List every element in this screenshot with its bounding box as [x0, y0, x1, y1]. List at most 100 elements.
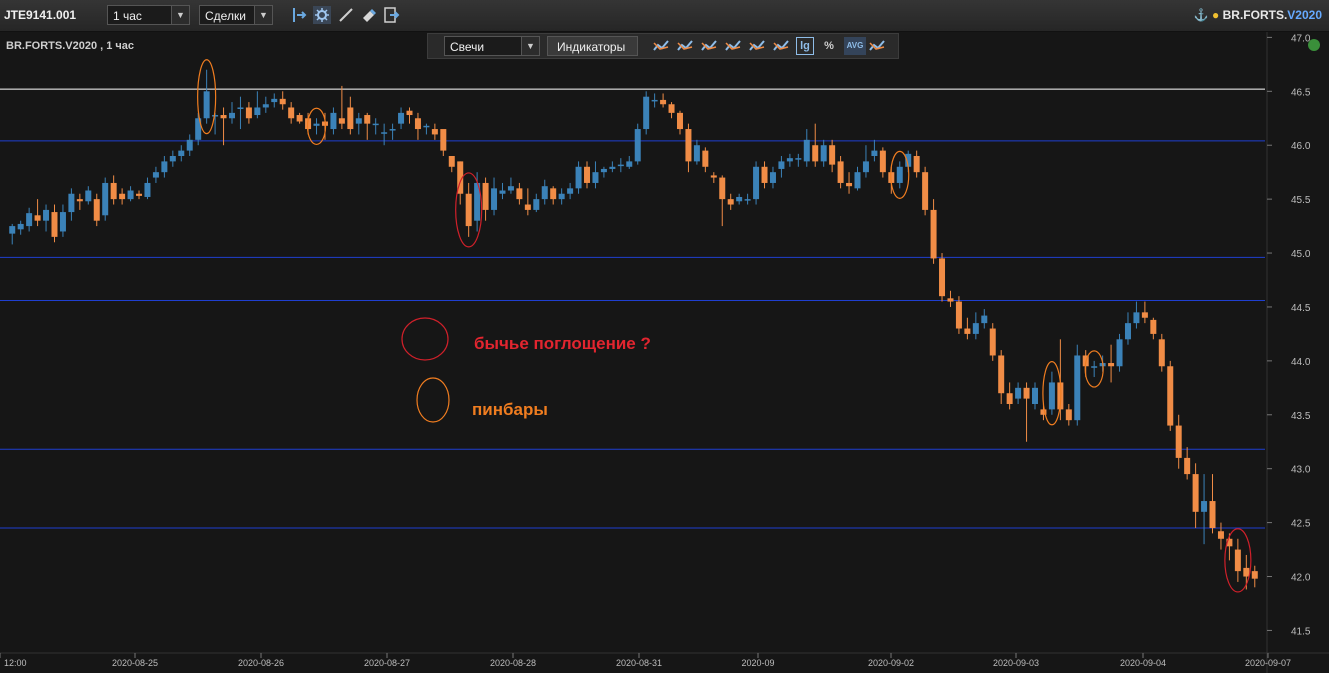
- avg-icon[interactable]: AVG: [844, 37, 866, 55]
- candle-up: [693, 145, 700, 162]
- x-tick-label: 2020-09-02: [868, 658, 914, 668]
- cross-lines-icon[interactable]: [700, 37, 718, 55]
- candle-down: [1023, 387, 1030, 399]
- candle-up: [1091, 366, 1098, 368]
- swap-icon[interactable]: [772, 37, 790, 55]
- candle-down: [136, 193, 143, 196]
- y-tick-label: 41.5: [1291, 626, 1311, 637]
- x-tick-label: 2020-08-28: [490, 658, 536, 668]
- check-icon[interactable]: [1308, 39, 1320, 51]
- candle-down: [837, 161, 844, 183]
- candle-up: [617, 164, 624, 167]
- tool-icon[interactable]: [676, 37, 694, 55]
- chart-type-select[interactable]: Свечи ▼: [444, 36, 540, 56]
- candle-up: [271, 98, 278, 103]
- y-tick-label: 44.0: [1291, 357, 1311, 368]
- candle-up: [186, 139, 193, 151]
- candle-up: [9, 226, 16, 234]
- candle-up: [127, 190, 134, 200]
- candle-up: [43, 209, 50, 221]
- candle-down: [1006, 393, 1013, 404]
- x-tick-label: 2020-08-27: [364, 658, 410, 668]
- candle-down: [710, 175, 717, 178]
- candle-up: [330, 112, 337, 130]
- candle-down: [110, 182, 117, 200]
- candle-up: [1074, 355, 1081, 421]
- lg-icon[interactable]: lg: [796, 37, 814, 55]
- candle-down: [727, 199, 734, 205]
- candle-down: [296, 115, 303, 122]
- candle-down: [719, 177, 726, 200]
- interval-value: 1 час: [113, 9, 142, 23]
- candle-up: [254, 107, 261, 116]
- candle-up: [626, 161, 633, 167]
- zoom-icon[interactable]: [868, 37, 886, 55]
- symbol-version: V2020: [1287, 8, 1322, 22]
- trades-value: Сделки: [205, 9, 246, 23]
- x-tick-label: 12:00: [4, 658, 27, 668]
- candle-down: [964, 328, 971, 334]
- candle-up: [862, 161, 869, 173]
- candles-compare-icon[interactable]: [748, 37, 766, 55]
- settings-icon[interactable]: [313, 6, 331, 24]
- candle-down: [989, 328, 996, 356]
- candle-down: [406, 110, 413, 116]
- candle-up: [896, 166, 903, 183]
- candle-up: [981, 315, 988, 324]
- candle-up: [769, 172, 776, 183]
- candle-down: [676, 112, 683, 130]
- candle-down: [955, 301, 962, 329]
- y-tick-label: 43.0: [1291, 465, 1311, 476]
- candle-down: [947, 298, 954, 302]
- candle-up: [212, 115, 219, 117]
- candle-up: [803, 139, 810, 162]
- bank-icon[interactable]: [652, 37, 670, 55]
- candle-up: [575, 166, 582, 189]
- candle-down: [51, 212, 58, 237]
- draw-line-icon[interactable]: [337, 6, 355, 24]
- wave-icon[interactable]: [724, 37, 742, 55]
- candle-down: [364, 115, 371, 124]
- candle-up: [541, 186, 548, 200]
- candle-up: [59, 212, 66, 232]
- interval-select[interactable]: 1 час ▼: [107, 5, 190, 25]
- candle-up: [68, 193, 75, 213]
- price-chart[interactable]: 47.046.546.045.545.044.544.043.543.042.5…: [0, 32, 1329, 673]
- indicators-button[interactable]: Индикаторы: [547, 36, 638, 56]
- candle-down: [465, 193, 472, 227]
- candle-down: [879, 150, 886, 173]
- candle-up: [355, 118, 362, 124]
- cursor-icon[interactable]: [290, 6, 308, 24]
- candle-down: [846, 182, 853, 187]
- candle-up: [85, 190, 92, 202]
- candle-down: [1141, 312, 1148, 318]
- candle-up: [643, 96, 650, 130]
- candle-up: [381, 132, 388, 134]
- x-tick-label: 2020-09-04: [1120, 658, 1166, 668]
- candle-down: [668, 104, 675, 113]
- candle-down: [761, 166, 768, 183]
- export-icon[interactable]: [382, 6, 400, 24]
- candle-down: [220, 115, 227, 119]
- candle-down: [524, 204, 531, 210]
- candle-up: [753, 166, 760, 200]
- candle-down: [930, 209, 937, 259]
- candle-down: [1175, 425, 1182, 458]
- candle-down: [1158, 339, 1165, 367]
- anchor-icon: ⚓: [1193, 8, 1209, 22]
- candle-up: [795, 158, 802, 160]
- y-tick-label: 46.0: [1291, 141, 1311, 152]
- percent-icon[interactable]: %: [820, 37, 838, 55]
- candle-down: [414, 118, 421, 130]
- candle-up: [17, 223, 24, 230]
- chart-title: BR.FORTS.V2020 , 1 час: [6, 40, 135, 52]
- y-tick-label: 46.5: [1291, 87, 1311, 98]
- trades-select[interactable]: Сделки ▼: [199, 5, 273, 25]
- candle-down: [812, 145, 819, 162]
- y-tick-label: 42.0: [1291, 573, 1311, 584]
- candle-up: [736, 196, 743, 202]
- candle-down: [1167, 366, 1174, 426]
- candle-down: [1234, 549, 1241, 572]
- eraser-icon[interactable]: [360, 6, 378, 24]
- candle-up: [871, 150, 878, 156]
